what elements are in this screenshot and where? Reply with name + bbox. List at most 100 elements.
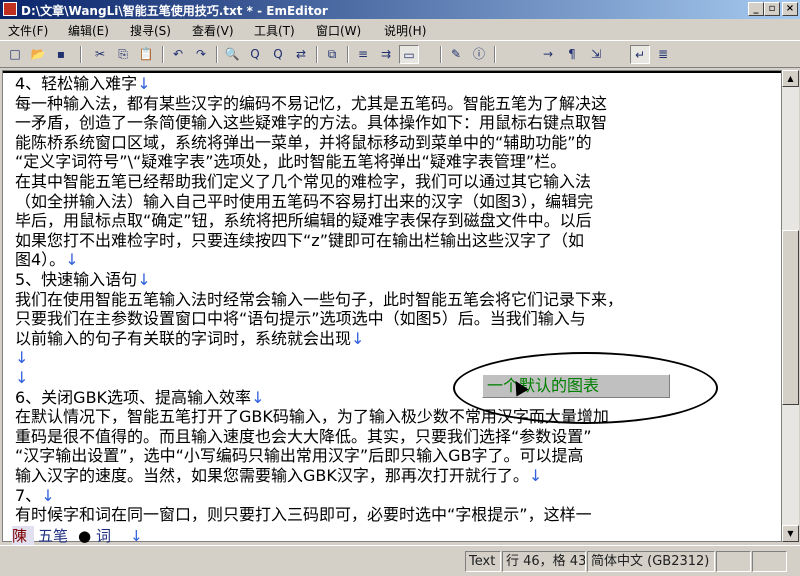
cut-icon[interactable]: ✂ xyxy=(90,45,110,64)
ruler xyxy=(3,71,781,73)
line-text: 以前输入的句子有关联的字词时，系统就会出现 xyxy=(15,328,352,348)
text-line[interactable]: 图4）。↓ xyxy=(15,250,79,270)
ime-punct[interactable]: 词 xyxy=(96,526,111,546)
line-text: 每一种输入法，都有某些汉字的编码不易记忆，尤其是五笔码。智能五笔为了解决这 xyxy=(15,93,608,113)
menu-file[interactable]: 文件(F) xyxy=(8,22,48,39)
eol-mark-icon: ↓ xyxy=(65,250,79,270)
menu-help[interactable]: 说明(H) xyxy=(384,22,426,39)
eol-mark-icon: ↓ xyxy=(251,387,265,407)
paragraph-icon[interactable]: ≣ xyxy=(653,45,673,64)
line-text: 我们在使用智能五笔输入法时经常会输入一些句子，此时智能五笔会将它们记录下来， xyxy=(15,289,624,309)
toolbar-separator xyxy=(80,46,82,63)
status-position: 行 46，格 43 xyxy=(502,551,586,572)
status-mode: Text xyxy=(465,551,501,572)
app-icon[interactable] xyxy=(3,2,17,16)
wrap-window-icon[interactable]: ⇉ xyxy=(376,45,396,64)
eol-mark-icon: ↓ xyxy=(528,466,543,485)
menu-view[interactable]: 查看(V) xyxy=(192,22,234,39)
ime-dot-icon[interactable]: ● xyxy=(78,526,91,546)
line-text: 4、轻松输入难字 xyxy=(15,74,138,93)
text-line[interactable]: 一矛盾，创造了一条简便输入这些疑难字的方法。具体操作如下：用鼠标右键点取智 xyxy=(15,113,607,133)
text-line[interactable]: “汉字输出设置”，选中“小写编码只输出常用汉字”后即只输入GB字了。可以提高 xyxy=(15,446,584,466)
text-line[interactable]: 7、↓ xyxy=(15,486,55,506)
maximize-button[interactable]: ▫ xyxy=(764,2,780,16)
scroll-up-icon[interactable]: ▲ xyxy=(782,70,799,87)
eol-mark-icon: ↓ xyxy=(137,74,151,93)
wrap-none-icon[interactable]: ≡ xyxy=(353,45,373,64)
scroll-down-icon[interactable]: ▼ xyxy=(782,525,799,542)
line-text: 在其中智能五笔已经帮助我们定义了几个常见的难检字，我们可以通过其它输入法 xyxy=(15,172,592,191)
find-next-icon[interactable]: Q xyxy=(268,45,288,64)
close-button[interactable]: × xyxy=(782,2,798,16)
text-line[interactable]: 在其中智能五笔已经帮助我们定义了几个常见的难检字，我们可以通过其它输入法 xyxy=(15,172,591,192)
text-line[interactable]: 毕后，用鼠标点取“确定”钮，系统将把所编辑的疑难字表保存到磁盘文件中。以后 xyxy=(15,211,592,231)
menu-edit[interactable]: 编辑(E) xyxy=(68,22,109,39)
ime-extra-mark: ↓ xyxy=(130,527,143,545)
eol-marks-icon[interactable]: ¶ xyxy=(562,45,582,64)
menu-window[interactable]: 窗口(W) xyxy=(316,22,361,39)
eof-marks-icon[interactable]: ⇲ xyxy=(586,45,606,64)
new-file-icon[interactable]: □ xyxy=(5,45,25,64)
properties-icon[interactable]: ✎ xyxy=(446,45,466,64)
minimize-button[interactable]: _ xyxy=(748,2,764,16)
text-line[interactable]: （如全拼输入法）输入自己平时使用五笔码不容易打出来的汉字（如图3），编辑完 xyxy=(15,192,593,212)
status-panel xyxy=(752,551,787,572)
line-text: （如全拼输入法）输入自己平时使用五笔码不容易打出来的汉字（如图3），编辑完 xyxy=(15,191,594,211)
text-line[interactable]: 我们在使用智能五笔输入法时经常会输入一些句子，此时智能五笔会将它们记录下来， xyxy=(15,290,623,310)
replace-icon[interactable]: ⇄ xyxy=(291,45,311,64)
line-text: “定义字词符号”\“疑难字表”选项处，此时智能五笔将弹出“疑难字表管理”栏。 xyxy=(15,152,567,172)
menu-tools[interactable]: 工具(T) xyxy=(254,22,295,39)
toolbar-separator xyxy=(216,46,218,63)
menu-search[interactable]: 搜寻(S) xyxy=(130,22,171,39)
text-editor[interactable]: 4、轻松输入难字↓ 每一种输入法，都有某些汉字的编码不易记忆，尤其是五笔码。智能五… xyxy=(2,70,782,542)
paste-icon[interactable]: 📋 xyxy=(136,45,156,64)
line-text: 毕后，用鼠标点取“确定”钮，系统将把所编辑的疑难字表保存到磁盘文件中。以后 xyxy=(15,211,592,231)
text-line[interactable]: 有时候字和词在同一窗口，则只要打入三码即可，必要时选中“字根提示”，这样一 xyxy=(15,505,592,525)
menu-bar: 文件(F) 编辑(E) 搜寻(S) 查看(V) 工具(T) 窗口(W) 说明(H… xyxy=(0,19,800,39)
status-panel xyxy=(716,551,751,572)
toolbar-separator xyxy=(440,46,442,63)
eol-mark-icon: ↓ xyxy=(351,328,365,348)
toolbar-separator xyxy=(316,46,318,63)
status-bar: Text 行 46，格 43 简体中文 (GB2312) xyxy=(0,545,800,576)
ime-name[interactable]: 五笔 xyxy=(38,526,68,546)
status-encoding: 简体中文 (GB2312) xyxy=(587,551,715,572)
text-line[interactable]: ↓ xyxy=(15,368,28,388)
vertical-scrollbar[interactable]: ▲ ▼ xyxy=(782,70,799,542)
undo-icon[interactable]: ↶ xyxy=(168,45,188,64)
find-icon[interactable]: 🔍 xyxy=(222,45,242,64)
text-line[interactable]: ↓ xyxy=(15,348,28,368)
line-text: 有时候字和词在同一窗口，则只要打入三码即可，必要时选中“字根提示”，这样一 xyxy=(15,505,592,525)
title-bar: D:\文章\WangLi\智能五笔使用技巧.txt * - EmEditor _… xyxy=(0,0,800,19)
text-line[interactable]: 重码是很不值得的。而且输入速度也会大大降低。其实，只要我们选择“参数设置” xyxy=(15,427,592,447)
eol-mark-icon: ↓ xyxy=(15,348,29,368)
save-icon[interactable]: ▪ xyxy=(51,45,71,64)
text-line[interactable]: 能陈桥系统窗口区域，系统将弹出一菜单，并将鼠标移动到菜单中的“辅助功能”的 xyxy=(15,133,592,153)
line-text: 能陈桥系统窗口区域，系统将弹出一菜单，并将鼠标移动到菜单中的“辅助功能”的 xyxy=(15,132,592,152)
redo-icon[interactable]: ↷ xyxy=(191,45,211,64)
return-marks-icon[interactable]: ↵ xyxy=(630,45,650,64)
ime-mode-icon[interactable]: 陳 xyxy=(12,526,34,546)
line-text: 5、快速输入语句 xyxy=(15,270,138,289)
open-folder-icon[interactable]: 📂 xyxy=(28,45,48,64)
line-text: 输入汉字的速度。当然，如果您需要输入GBK汉字，那再次打开就行了。 xyxy=(15,466,529,485)
text-line[interactable]: 只要我们在主参数设置窗口中将“语句提示”选项选中（如图5）后。当我们输入与 xyxy=(15,309,586,329)
text-line[interactable]: 4、轻松输入难字↓ xyxy=(15,74,151,94)
tab-marks-icon[interactable]: → xyxy=(538,45,558,64)
find-prev-icon[interactable]: Q xyxy=(245,45,265,64)
eol-mark-icon: ↓ xyxy=(15,368,29,387)
text-line[interactable]: 如果您打不出难检字时，只要连续按四下“z”键即可在输出栏输出这些汉字了（如 xyxy=(15,231,584,251)
wrap-page-icon[interactable]: ▭ xyxy=(399,45,419,64)
text-line[interactable]: 5、快速输入语句↓ xyxy=(15,270,151,290)
text-line[interactable]: “定义字词符号”\“疑难字表”选项处，此时智能五笔将弹出“疑难字表管理”栏。 xyxy=(15,152,566,172)
highlight-icon[interactable]: ⧉ xyxy=(322,45,342,64)
text-line[interactable]: 6、关闭GBK选项、提高输入效率↓ xyxy=(15,388,264,408)
scroll-thumb[interactable] xyxy=(782,230,799,405)
info-icon[interactable]: ⓘ xyxy=(469,45,489,64)
text-line[interactable]: 输入汉字的速度。当然，如果您需要输入GBK汉字，那再次打开就行了。↓ xyxy=(15,466,542,486)
line-text: 6、关闭GBK选项、提高输入效率 xyxy=(15,387,252,407)
text-line[interactable]: 每一种输入法，都有某些汉字的编码不易记忆，尤其是五笔码。智能五笔为了解决这 xyxy=(15,94,607,114)
text-line[interactable]: 以前输入的句子有关联的字词时，系统就会出现↓ xyxy=(15,329,364,349)
copy-icon[interactable]: ⎘ xyxy=(113,45,133,64)
line-text: 7、 xyxy=(15,485,42,505)
